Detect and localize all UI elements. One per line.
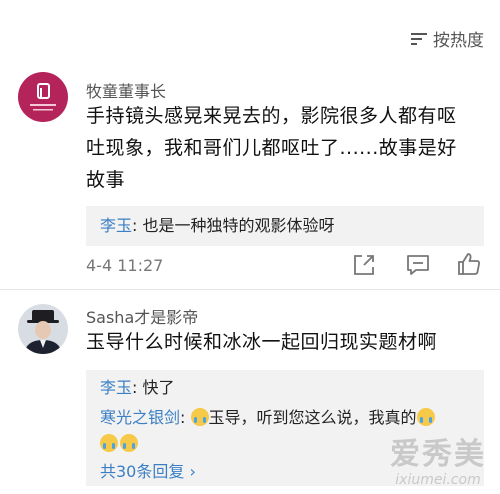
watermark-url: ixiumei.com	[395, 472, 481, 488]
comment-author[interactable]: Sasha才是影帝	[86, 304, 198, 328]
reply-line: 寒光之银剑: 玉导，听到您这么说，我真的	[100, 406, 435, 430]
reply-box[interactable]: 李玉: 也是一种独特的观影体验呀	[86, 206, 484, 246]
crying-emoji-icon	[120, 434, 138, 452]
view-all-replies-link[interactable]: 共30条回复 ›	[100, 460, 196, 484]
comment-text: 玉导什么时候和冰冰一起回归现实题材啊	[86, 326, 486, 358]
person-avatar-icon	[24, 310, 62, 354]
comment-text-line: 玉导什么时候和冰冰一起回归现实题材啊	[86, 331, 438, 353]
like-icon[interactable]	[456, 251, 482, 277]
watermark-title: 爱秀美	[390, 437, 486, 472]
reply-line: 李玉: 快了	[100, 376, 175, 400]
reply-text: 也是一种独特的观影体验呀	[142, 216, 335, 235]
sort-by-hot-button[interactable]: 按热度	[411, 26, 484, 51]
avatar[interactable]	[18, 72, 68, 122]
reply-separator: :	[132, 378, 143, 397]
reply-author[interactable]: 李玉	[100, 378, 132, 397]
comment-text-line: 故事	[86, 169, 126, 191]
comment-time: 4-4 11:27	[86, 256, 164, 275]
reply-text: 玉导，听到您这么说，我真的	[208, 408, 417, 427]
sort-icon	[411, 32, 427, 46]
reply-separator: :	[180, 408, 191, 427]
avatar[interactable]	[18, 304, 68, 354]
reply-author[interactable]: 李玉	[100, 216, 132, 235]
crying-emoji-icon	[190, 408, 209, 426]
crying-emoji-icon	[100, 434, 118, 452]
avatar-logo-icon	[30, 83, 56, 111]
comment-text-line: 手持镜头感晃来晃去的，影院很多人都有呕	[86, 105, 457, 127]
comment-text: 手持镜头感晃来晃去的，影院很多人都有呕 吐现象，我和哥们儿都呕吐了......故…	[86, 100, 486, 196]
crying-emoji-icon	[416, 408, 435, 426]
reply-text: 快了	[142, 378, 175, 397]
comment-text-line: 吐现象，我和哥们儿都呕吐了......故事是好	[86, 137, 457, 159]
divider	[0, 289, 500, 290]
share-icon[interactable]	[351, 252, 377, 278]
reply-separator: :	[132, 216, 143, 235]
reply-line	[100, 432, 138, 456]
reply-line: 李玉: 也是一种独特的观影体验呀	[100, 214, 335, 238]
reply-author[interactable]: 寒光之银剑	[100, 408, 180, 427]
comment-icon[interactable]	[405, 252, 431, 278]
sort-label: 按热度	[433, 31, 484, 51]
watermark: 爱秀美 ixiumei.com	[390, 437, 486, 489]
comment-author[interactable]: 牧童董事长	[86, 78, 166, 102]
